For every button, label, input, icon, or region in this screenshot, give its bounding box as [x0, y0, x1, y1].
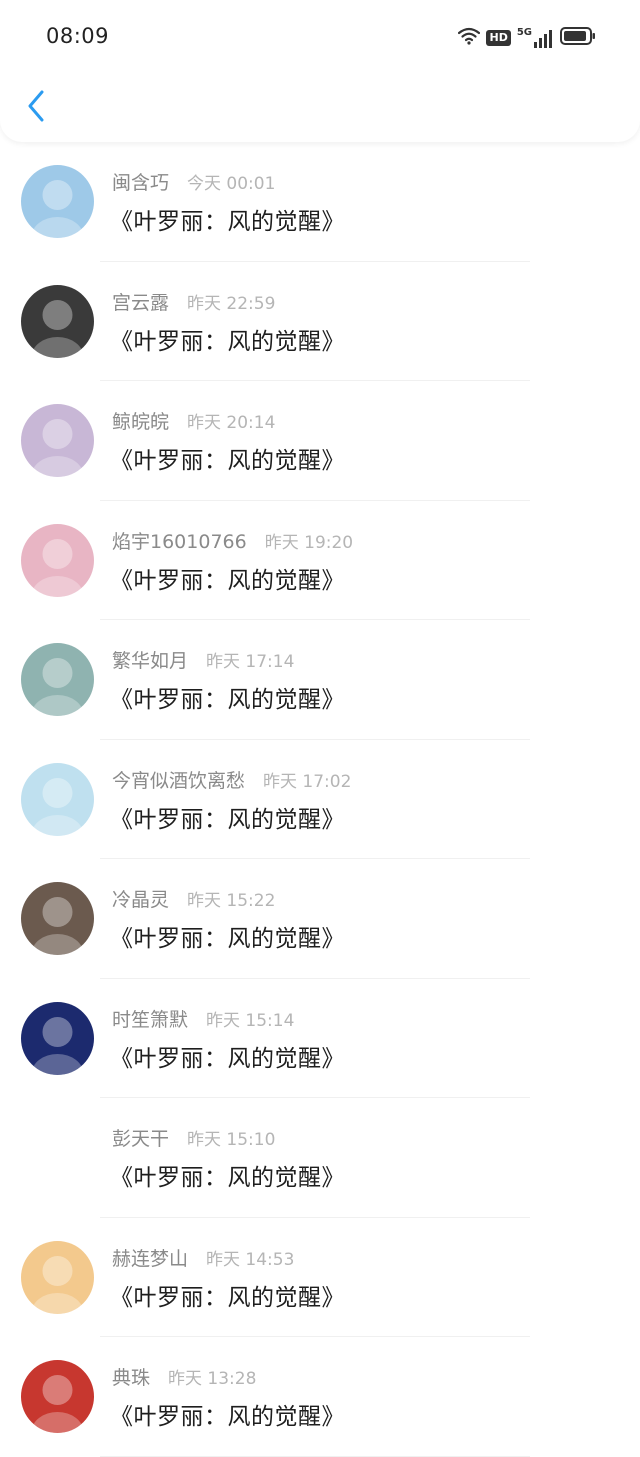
message-meta: 闽含巧 今天 00:01 — [112, 168, 275, 195]
bw-portrait-avatar[interactable] — [21, 284, 94, 358]
hd-icon: HD — [486, 30, 511, 46]
list-item[interactable]: 闽含巧 今天 00:01 《叶罗丽：风的觉醒》 — [0, 142, 640, 262]
umbrella-girl-avatar[interactable] — [21, 1240, 94, 1314]
message-time: 昨天 19:20 — [264, 532, 354, 553]
red-banner-avatar[interactable] — [21, 1360, 94, 1433]
user-name[interactable]: 典珠 — [112, 1363, 150, 1390]
user-name[interactable]: 宫云露 — [112, 288, 169, 315]
network-label: 5G — [516, 27, 532, 38]
user-name[interactable]: 冷晶灵 — [112, 885, 169, 912]
message-meta: 时笙箫默 昨天 15:14 — [112, 1005, 294, 1032]
message-text: 《叶罗丽：风的觉醒》 — [110, 806, 345, 833]
user-name[interactable]: 今宵似酒饮离愁 — [112, 766, 245, 793]
user-name[interactable]: 彭天干 — [112, 1124, 169, 1151]
battery-icon — [560, 26, 596, 50]
message-text: 《叶罗丽：风的觉醒》 — [110, 687, 345, 713]
panda-avatar[interactable] — [21, 1121, 94, 1194]
message-time: 昨天 17:02 — [263, 771, 352, 792]
list-item[interactable]: 赫连梦山 昨天 14:53 《叶罗丽：风的觉醒》 — [0, 1218, 640, 1337]
message-time: 昨天 20:14 — [187, 413, 276, 433]
selfie-avatar[interactable] — [21, 882, 94, 955]
message-meta: 繁华如月 昨天 17:14 — [112, 646, 294, 673]
message-time: 昨天 17:14 — [206, 652, 295, 672]
list-item[interactable]: 焰宇16010766 昨天 19:20 《叶罗丽：风的觉醒》 — [0, 501, 640, 620]
message-meta: 鲸皖皖 昨天 20:14 — [112, 407, 275, 434]
list-item[interactable]: 时笙箫默 昨天 15:14 《叶罗丽：风的觉醒》 — [0, 979, 640, 1098]
message-list: 闽含巧 今天 00:01 《叶罗丽：风的觉醒》 宫云露 昨天 22:59 《叶罗丽：风的觉… — [0, 142, 640, 1457]
anime-girl-avatar[interactable] — [21, 404, 94, 477]
status-time: 08:09 — [46, 24, 110, 48]
message-time: 昨天 22:59 — [187, 293, 276, 314]
user-name[interactable]: 鲸皖皖 — [112, 407, 169, 434]
night-sky-avatar[interactable] — [21, 1001, 94, 1075]
message-time: 昨天 15:22 — [187, 891, 276, 911]
message-time: 昨天 15:10 — [187, 1130, 276, 1150]
message-meta: 冷晶灵 昨天 15:22 — [112, 885, 275, 912]
message-time: 昨天 15:14 — [206, 1010, 295, 1031]
anime-idol-avatar[interactable] — [21, 762, 94, 836]
divider — [100, 1455, 530, 1457]
message-text: 《叶罗丽：风的觉醒》 — [110, 567, 345, 594]
user-name[interactable]: 时笙箫默 — [112, 1005, 188, 1032]
message-text: 《叶罗丽：风的觉醒》 — [110, 1404, 345, 1430]
message-time: 昨天 13:28 — [168, 1369, 257, 1389]
back-button[interactable] — [18, 86, 54, 130]
user-name[interactable]: 闽含巧 — [112, 168, 169, 195]
status-icons: HD 5G — [458, 24, 596, 52]
message-text: 《叶罗丽：风的觉醒》 — [110, 328, 345, 355]
message-meta: 焰宇16010766 昨天 19:20 — [112, 527, 353, 554]
message-time: 昨天 14:53 — [206, 1249, 295, 1270]
list-item[interactable]: 彭天干 昨天 15:10 《叶罗丽：风的觉醒》 — [0, 1098, 640, 1218]
list-item[interactable]: 宫云露 昨天 22:59 《叶罗丽：风的觉醒》 — [0, 262, 640, 381]
message-meta: 彭天干 昨天 15:10 — [112, 1124, 275, 1151]
message-meta: 宫云露 昨天 22:59 — [112, 288, 275, 315]
user-name[interactable]: 繁华如月 — [112, 646, 188, 673]
message-text: 《叶罗丽：风的觉醒》 — [110, 1045, 345, 1072]
message-time: 今天 00:01 — [187, 174, 276, 194]
chevron-left-icon — [26, 90, 46, 126]
wifi-icon — [458, 27, 481, 49]
message-meta: 今宵似酒饮离愁 昨天 17:02 — [112, 766, 351, 793]
anime-couple-avatar[interactable] — [21, 165, 94, 238]
message-text: 《叶罗丽：风的觉醒》 — [110, 209, 345, 235]
message-meta: 典珠 昨天 13:28 — [112, 1363, 256, 1390]
list-item[interactable]: 鲸皖皖 昨天 20:14 《叶罗丽：风的觉醒》 — [0, 381, 640, 501]
user-name[interactable]: 焰宇16010766 — [112, 527, 247, 554]
top-bar: 08:09 HD 5G — [0, 0, 640, 142]
message-text: 《叶罗丽：风的觉醒》 — [110, 1165, 345, 1191]
message-text: 《叶罗丽：风的觉醒》 — [110, 926, 345, 952]
message-text: 《叶罗丽：风的觉醒》 — [110, 448, 345, 474]
list-item[interactable]: 典珠 昨天 13:28 《叶罗丽：风的觉醒》 — [0, 1337, 640, 1457]
list-item[interactable]: 繁华如月 昨天 17:14 《叶罗丽：风的觉醒》 — [0, 620, 640, 740]
list-item[interactable]: 今宵似酒饮离愁 昨天 17:02 《叶罗丽：风的觉醒》 — [0, 740, 640, 859]
anime-flowers-avatar[interactable] — [21, 523, 94, 597]
list-item[interactable]: 冷晶灵 昨天 15:22 《叶罗丽：风的觉醒》 — [0, 859, 640, 979]
user-name[interactable]: 赫连梦山 — [112, 1244, 188, 1271]
signal-5g-icon: 5G — [517, 28, 554, 48]
message-text: 《叶罗丽：风的觉醒》 — [110, 1284, 345, 1311]
message-meta: 赫连梦山 昨天 14:53 — [112, 1244, 294, 1271]
anime-lady-avatar[interactable] — [21, 643, 94, 716]
